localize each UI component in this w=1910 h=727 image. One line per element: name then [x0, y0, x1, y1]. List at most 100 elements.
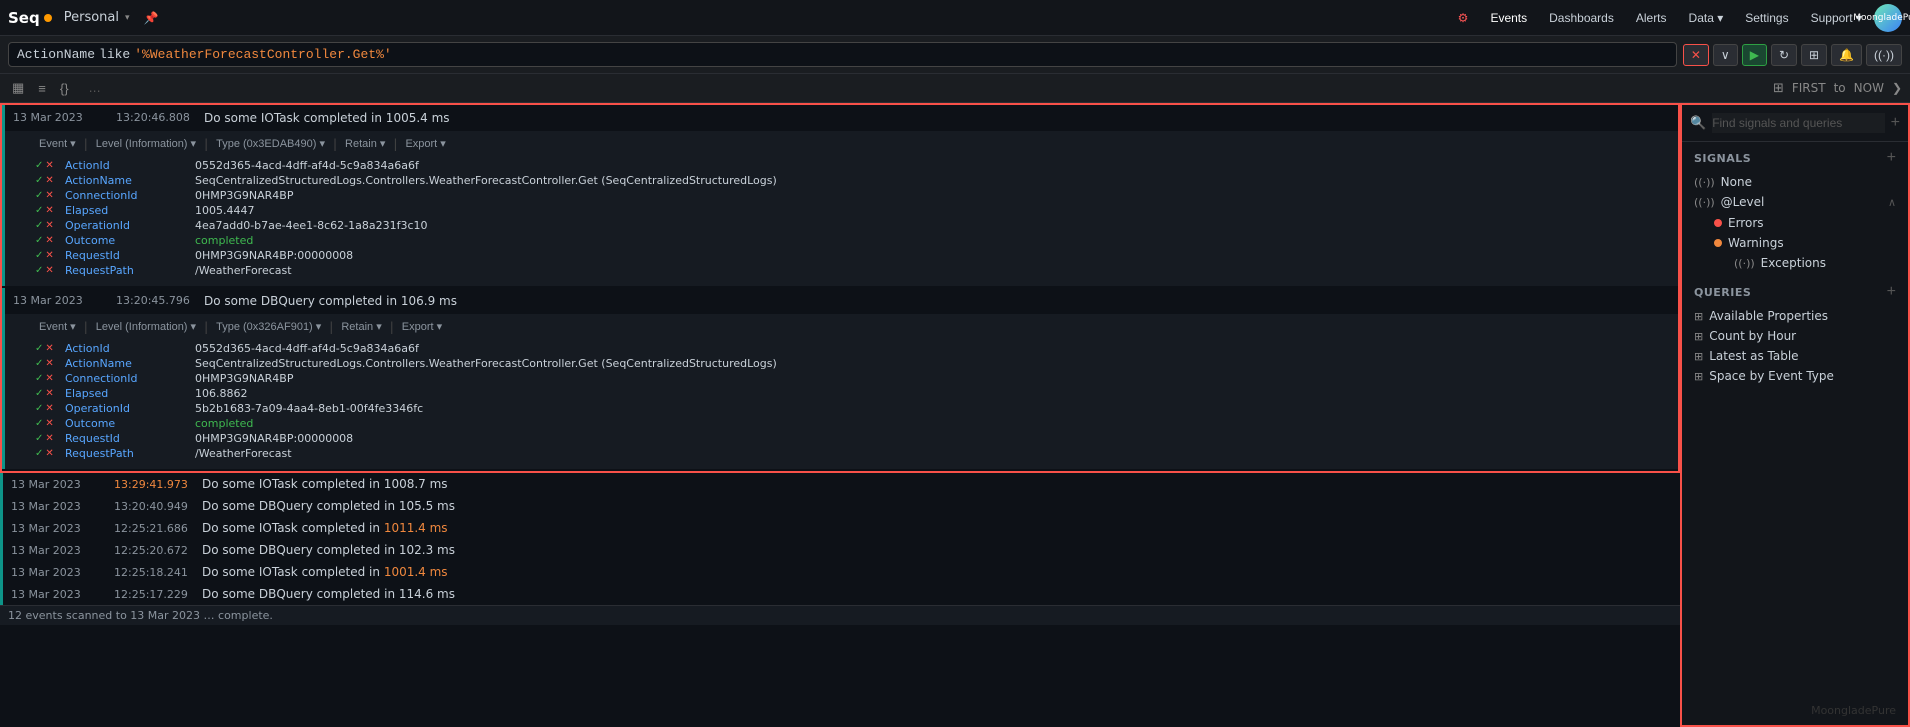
prop-row: ✓✕ ActionId 0552d365-4acd-4dff-af4d-5c9a…: [35, 341, 1670, 356]
prop-check[interactable]: ✓: [35, 160, 43, 171]
prop-x[interactable]: ✕: [45, 160, 53, 171]
workspace-chevron: ▾: [125, 13, 130, 23]
simple-date-2: 13 Mar 2023: [11, 500, 106, 513]
query-signal-btn[interactable]: ((·)): [1866, 44, 1902, 66]
simple-event-row-6[interactable]: 13 Mar 2023 12:25:17.229 Do some DBQuery…: [0, 583, 1680, 605]
to-label: to: [1834, 81, 1846, 95]
time-nav-arrow[interactable]: ❯: [1892, 81, 1902, 95]
main-content: 13 Mar 2023 13:20:46.808 Do some IOTask …: [0, 103, 1910, 727]
nav-settings-btn[interactable]: Settings: [1735, 7, 1798, 29]
query-refresh-btn[interactable]: ↻: [1771, 44, 1797, 66]
query-grid-btn[interactable]: ⊞: [1801, 44, 1827, 66]
status-text: 12 events scanned to 13 Mar 2023 … compl…: [8, 609, 273, 622]
query-chevron-btn[interactable]: ∨: [1713, 44, 1738, 66]
add-signal-btn[interactable]: +: [1887, 150, 1896, 166]
workspace-selector[interactable]: Personal ▾: [64, 10, 130, 25]
prop-row: ✓✕ ConnectionId 0HMP3G9NAR4BP: [35, 188, 1670, 203]
simple-time-5: 12:25:18.241: [114, 566, 194, 579]
filter-export-1[interactable]: Export ▾: [401, 135, 449, 152]
json-btn[interactable]: {}: [56, 79, 73, 98]
exceptions-wave: ((·)): [1734, 257, 1755, 270]
event-date-2: 13 Mar 2023: [13, 294, 108, 307]
query-latest-as-table[interactable]: ⊞ Latest as Table: [1694, 346, 1896, 366]
warnings-label: Warnings: [1728, 236, 1784, 250]
query-run-btn[interactable]: ▶: [1742, 44, 1767, 66]
simple-time-1: 13:29:41.973: [114, 478, 194, 491]
errors-dot: [1714, 219, 1722, 227]
status-bar: 12 events scanned to 13 Mar 2023 … compl…: [0, 605, 1680, 625]
query-space-by-event-type-label: Space by Event Type: [1709, 369, 1896, 383]
event-expanded-2: Event ▾ | Level (Information) ▾ | Type (…: [5, 314, 1678, 469]
simple-time-2: 13:20:40.949: [114, 500, 194, 513]
nav-data-btn[interactable]: Data ▾: [1679, 7, 1734, 29]
simple-event-row-5[interactable]: 13 Mar 2023 12:25:18.241 Do some IOTask …: [0, 561, 1680, 583]
filter-event-1[interactable]: Event ▾: [35, 135, 80, 152]
nav-dashboards-btn[interactable]: Dashboards: [1539, 7, 1624, 29]
signal-level-label: @Level: [1721, 195, 1882, 209]
signal-level[interactable]: ((·)) @Level ∧: [1694, 192, 1896, 212]
filter-event-2[interactable]: Event ▾: [35, 318, 80, 335]
add-query-btn[interactable]: +: [1887, 284, 1896, 300]
user-avatar[interactable]: MoongladePure: [1874, 4, 1902, 32]
logo-dot: [44, 14, 52, 22]
app-logo: Seq: [8, 9, 52, 27]
warnings-dot: [1714, 239, 1722, 247]
simple-date-6: 13 Mar 2023: [11, 588, 106, 601]
simple-event-row-1[interactable]: 13 Mar 2023 13:29:41.973 Do some IOTask …: [0, 473, 1680, 495]
query-grid-icon-4: ⊞: [1694, 370, 1703, 383]
signal-warnings[interactable]: Warnings: [1714, 234, 1896, 252]
footer-text: MoongladePure: [1811, 704, 1896, 717]
query-count-by-hour[interactable]: ⊞ Count by Hour: [1694, 326, 1896, 346]
simple-msg-5: Do some IOTask completed in 1001.4 ms: [202, 565, 448, 579]
prop-icons: ✓✕: [35, 160, 65, 171]
query-keyword: ActionName: [17, 47, 95, 62]
filter-retain-2[interactable]: Retain ▾: [337, 318, 385, 335]
signal-level-chevron: ∧: [1888, 196, 1896, 209]
filter-level-1[interactable]: Level (Information) ▾: [92, 135, 200, 152]
query-available-props[interactable]: ⊞ Available Properties: [1694, 306, 1896, 326]
toolbar: ▦ ≡ {} … ⊞ FIRST to NOW ❯: [0, 74, 1910, 103]
prop-row: ✓✕ RequestId 0HMP3G9NAR4BP:00000008: [35, 248, 1670, 263]
query-latest-as-table-label: Latest as Table: [1709, 349, 1896, 363]
prop-row: ✓✕ ActionName SeqCentralizedStructuredLo…: [35, 356, 1670, 371]
prop-row: ✓✕ OperationId 4ea7add0-b7ae-4ee1-8c62-1…: [35, 218, 1670, 233]
nav-alerts-btn[interactable]: Alerts: [1626, 7, 1677, 29]
highlighted-events-box: 13 Mar 2023 13:20:46.808 Do some IOTask …: [0, 103, 1680, 473]
query-input-area[interactable]: ActionName like '%WeatherForecastControl…: [8, 42, 1677, 67]
simple-date-1: 13 Mar 2023: [11, 478, 106, 491]
signals-search-input[interactable]: [1712, 113, 1884, 133]
event-group-1: 13 Mar 2023 13:20:46.808 Do some IOTask …: [2, 105, 1678, 286]
prop-row: ✓✕ RequestId 0HMP3G9NAR4BP:00000008: [35, 431, 1670, 446]
event-filter-bar-2: Event ▾ | Level (Information) ▾ | Type (…: [35, 318, 1670, 335]
signals-header: SIGNALS +: [1694, 150, 1896, 166]
event-time-1: 13:20:46.808: [116, 111, 196, 124]
simple-event-row-2[interactable]: 13 Mar 2023 13:20:40.949 Do some DBQuery…: [0, 495, 1680, 517]
simple-event-row-4[interactable]: 13 Mar 2023 12:25:20.672 Do some DBQuery…: [0, 539, 1680, 561]
list-btn[interactable]: ≡: [34, 79, 50, 98]
filter-export-2[interactable]: Export ▾: [398, 318, 446, 335]
filter-retain-1[interactable]: Retain ▾: [341, 135, 389, 152]
filter-type-2[interactable]: Type (0x326AF901) ▾: [212, 318, 325, 335]
prop-row: ✓✕ OperationId 5b2b1683-7a09-4aa4-8eb1-0…: [35, 401, 1670, 416]
query-close-btn[interactable]: ✕: [1683, 44, 1709, 66]
bar-chart-btn[interactable]: ▦: [8, 78, 28, 98]
signal-errors[interactable]: Errors: [1714, 214, 1896, 232]
event-header-2[interactable]: 13 Mar 2023 13:20:45.796 Do some DBQuery…: [5, 288, 1678, 314]
simple-event-row-3[interactable]: 13 Mar 2023 12:25:21.686 Do some IOTask …: [0, 517, 1680, 539]
query-space-by-event-type[interactable]: ⊞ Space by Event Type: [1694, 366, 1896, 386]
filter-type-1[interactable]: Type (0x3EDAB490) ▾: [212, 135, 329, 152]
rp-search-add-btn[interactable]: +: [1891, 115, 1900, 131]
search-icon: 🔍: [1690, 116, 1706, 131]
simple-time-6: 12:25:17.229: [114, 588, 194, 601]
settings-icon-btn[interactable]: ⚙: [1448, 7, 1479, 29]
event-header-1[interactable]: 13 Mar 2023 13:20:46.808 Do some IOTask …: [5, 105, 1678, 131]
simple-date-5: 13 Mar 2023: [11, 566, 106, 579]
rp-search-area: 🔍 +: [1682, 105, 1908, 142]
signal-exceptions[interactable]: ((·)) Exceptions: [1714, 254, 1896, 272]
pin-icon[interactable]: 📌: [144, 11, 159, 25]
query-bell-btn[interactable]: 🔔: [1831, 44, 1862, 66]
prop-value: 0552d365-4acd-4dff-af4d-5c9a834a6a6f: [195, 159, 419, 172]
filter-level-2[interactable]: Level (Information) ▾: [92, 318, 200, 335]
signal-none[interactable]: ((·)) None: [1694, 172, 1896, 192]
nav-events-btn[interactable]: Events: [1480, 7, 1537, 29]
